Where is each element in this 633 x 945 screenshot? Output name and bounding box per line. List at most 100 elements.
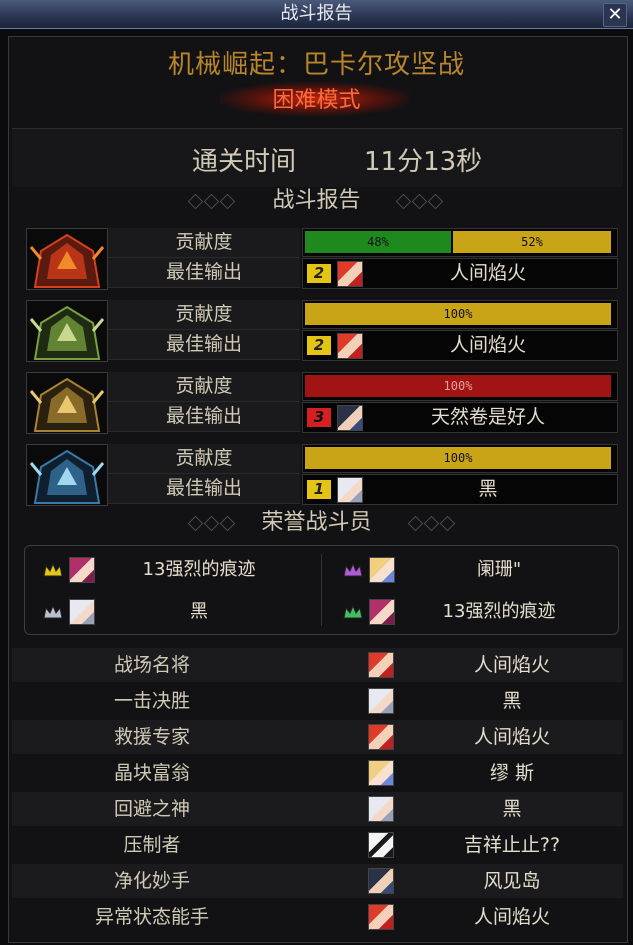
award-row: 回避之神 黑	[12, 792, 623, 826]
battle-report-heading: 战斗报告	[272, 188, 361, 213]
contribution-bar-segment: 52%	[453, 231, 611, 253]
honor-player[interactable]: 13强烈的痕迹	[25, 550, 315, 590]
clear-time-value: 11分13秒	[364, 147, 483, 177]
blue-boss-portrait	[26, 444, 108, 506]
award-title: 战场名将	[113, 654, 190, 676]
best-output-cell: 2 人间焰火	[302, 258, 618, 289]
best-output-label: 最佳输出	[108, 330, 300, 360]
contribution-label: 贡献度	[108, 228, 300, 258]
red-hair-avatar	[368, 904, 394, 930]
panda-avatar	[368, 832, 394, 858]
contribution-bar-segment: 100%	[305, 303, 611, 325]
award-player: 黑	[502, 690, 522, 712]
green-boss-portrait	[26, 300, 108, 362]
contribution-bar: 48% 52%	[302, 228, 618, 257]
award-row: 晶块富翁 缪 斯	[12, 756, 623, 790]
section-header-battle-report: 战斗报告	[0, 186, 633, 216]
award-row: 救援专家 人间焰火	[12, 720, 623, 754]
rank-badge: 1	[307, 480, 331, 499]
best-output-cell: 1黑	[302, 474, 618, 505]
ornament-icon	[180, 515, 250, 532]
boss-row: 贡献度 最佳输出 100% 3 天然卷是好人	[26, 372, 618, 434]
contribution-bar-segment: 48%	[305, 231, 451, 253]
award-title: 一击决胜	[113, 690, 190, 712]
boss-row: 贡献度 最佳输出 100% 2 人间焰火	[26, 300, 618, 362]
best-output-cell: 2 人间焰火	[302, 330, 618, 361]
window-title: 战斗报告	[280, 3, 353, 24]
award-player: 风见岛	[483, 870, 541, 892]
dungeon-title: 机械崛起：巴卡尔攻坚战	[167, 50, 465, 80]
dark-hair-avatar	[368, 868, 394, 894]
award-row: 净化妙手 风见岛	[12, 864, 623, 898]
best-output-player: 天然卷是好人	[430, 406, 545, 428]
contribution-bar: 100%	[302, 300, 618, 329]
white-hair-avatar	[337, 477, 363, 503]
section-header-honor: 荣誉战斗员	[0, 508, 633, 538]
red-hair-avatar	[337, 261, 363, 287]
best-output-player: 人间焰火	[449, 262, 526, 284]
honor-player-name: 黑	[190, 601, 208, 622]
award-title: 压制者	[123, 834, 181, 856]
contribution-bar-segment: 100%	[305, 375, 611, 397]
blonde-avatar	[368, 760, 394, 786]
silver-crown-icon	[43, 604, 63, 620]
honor-player-name: 13强烈的痕迹	[142, 559, 256, 580]
honor-player-name: 13强烈的痕迹	[442, 601, 556, 622]
award-title: 救援专家	[113, 726, 190, 748]
red-hair-avatar	[337, 333, 363, 359]
award-player: 人间焰火	[473, 906, 550, 928]
award-title: 异常状态能手	[94, 906, 209, 928]
contribution-label: 贡献度	[108, 300, 300, 330]
award-player: 黑	[502, 798, 522, 820]
honor-player[interactable]: 黑	[25, 592, 315, 632]
award-player: 吉祥止止??	[463, 834, 561, 856]
best-output-label: 最佳输出	[108, 474, 300, 504]
honor-heading: 荣誉战斗员	[261, 510, 372, 535]
boss-row: 贡献度 最佳输出 100% 1 黑	[26, 444, 618, 506]
honor-players-box: 13强烈的痕迹 阑珊" 黑 13强烈的痕迹	[24, 545, 619, 635]
award-title: 晶块富翁	[113, 762, 190, 784]
best-output-player: 人间焰火	[449, 334, 526, 356]
honor-player[interactable]: 阑珊"	[325, 550, 615, 590]
boss-row: 贡献度 最佳输出 48% 52% 2 人间焰火	[26, 228, 618, 290]
red-boss-portrait	[26, 228, 108, 290]
award-row: 一击决胜 黑	[12, 684, 623, 718]
white-hair-avatar	[368, 688, 394, 714]
red-hair-avatar	[368, 724, 394, 750]
award-title: 回避之神	[113, 798, 190, 820]
window-titlebar: 战斗报告 ✕	[0, 0, 633, 29]
award-player: 人间焰火	[473, 654, 550, 676]
ornament-icon	[400, 515, 470, 532]
contribution-label: 贡献度	[108, 444, 300, 474]
contribution-label: 贡献度	[108, 372, 300, 402]
ornament-icon	[388, 193, 458, 210]
rank-badge: 2	[307, 264, 331, 283]
honor-divider	[321, 554, 322, 626]
contribution-bar: 100%	[302, 444, 618, 473]
award-row: 战场名将 人间焰火	[12, 648, 623, 682]
contribution-bar: 100%	[302, 372, 618, 401]
honor-player-name: 阑珊"	[476, 559, 522, 580]
green-crown-icon	[343, 604, 363, 620]
purple-crown-icon	[343, 562, 363, 578]
dark-hair-avatar	[337, 405, 363, 431]
gold-boss-portrait	[26, 372, 108, 434]
red-hair-avatar	[368, 652, 394, 678]
difficulty-label: 困难模式	[272, 88, 361, 113]
close-icon[interactable]: ✕	[603, 3, 627, 27]
ornament-icon	[180, 193, 250, 210]
rank-badge: 3	[307, 408, 331, 427]
award-row: 异常状态能手 人间焰火	[12, 900, 623, 934]
best-output-player: 黑	[478, 478, 498, 500]
clear-time-label: 通关时间	[192, 147, 297, 177]
gold-crown-icon	[43, 562, 63, 578]
award-title: 净化妙手	[113, 870, 190, 892]
award-player: 人间焰火	[473, 726, 550, 748]
award-row: 压制者 吉祥止止??	[12, 828, 623, 862]
best-output-cell: 3 天然卷是好人	[302, 402, 618, 433]
best-output-label: 最佳输出	[108, 402, 300, 432]
white-hair-avatar	[368, 796, 394, 822]
contribution-bar-segment: 100%	[305, 447, 611, 469]
rank-badge: 2	[307, 336, 331, 355]
honor-player[interactable]: 13强烈的痕迹	[325, 592, 615, 632]
